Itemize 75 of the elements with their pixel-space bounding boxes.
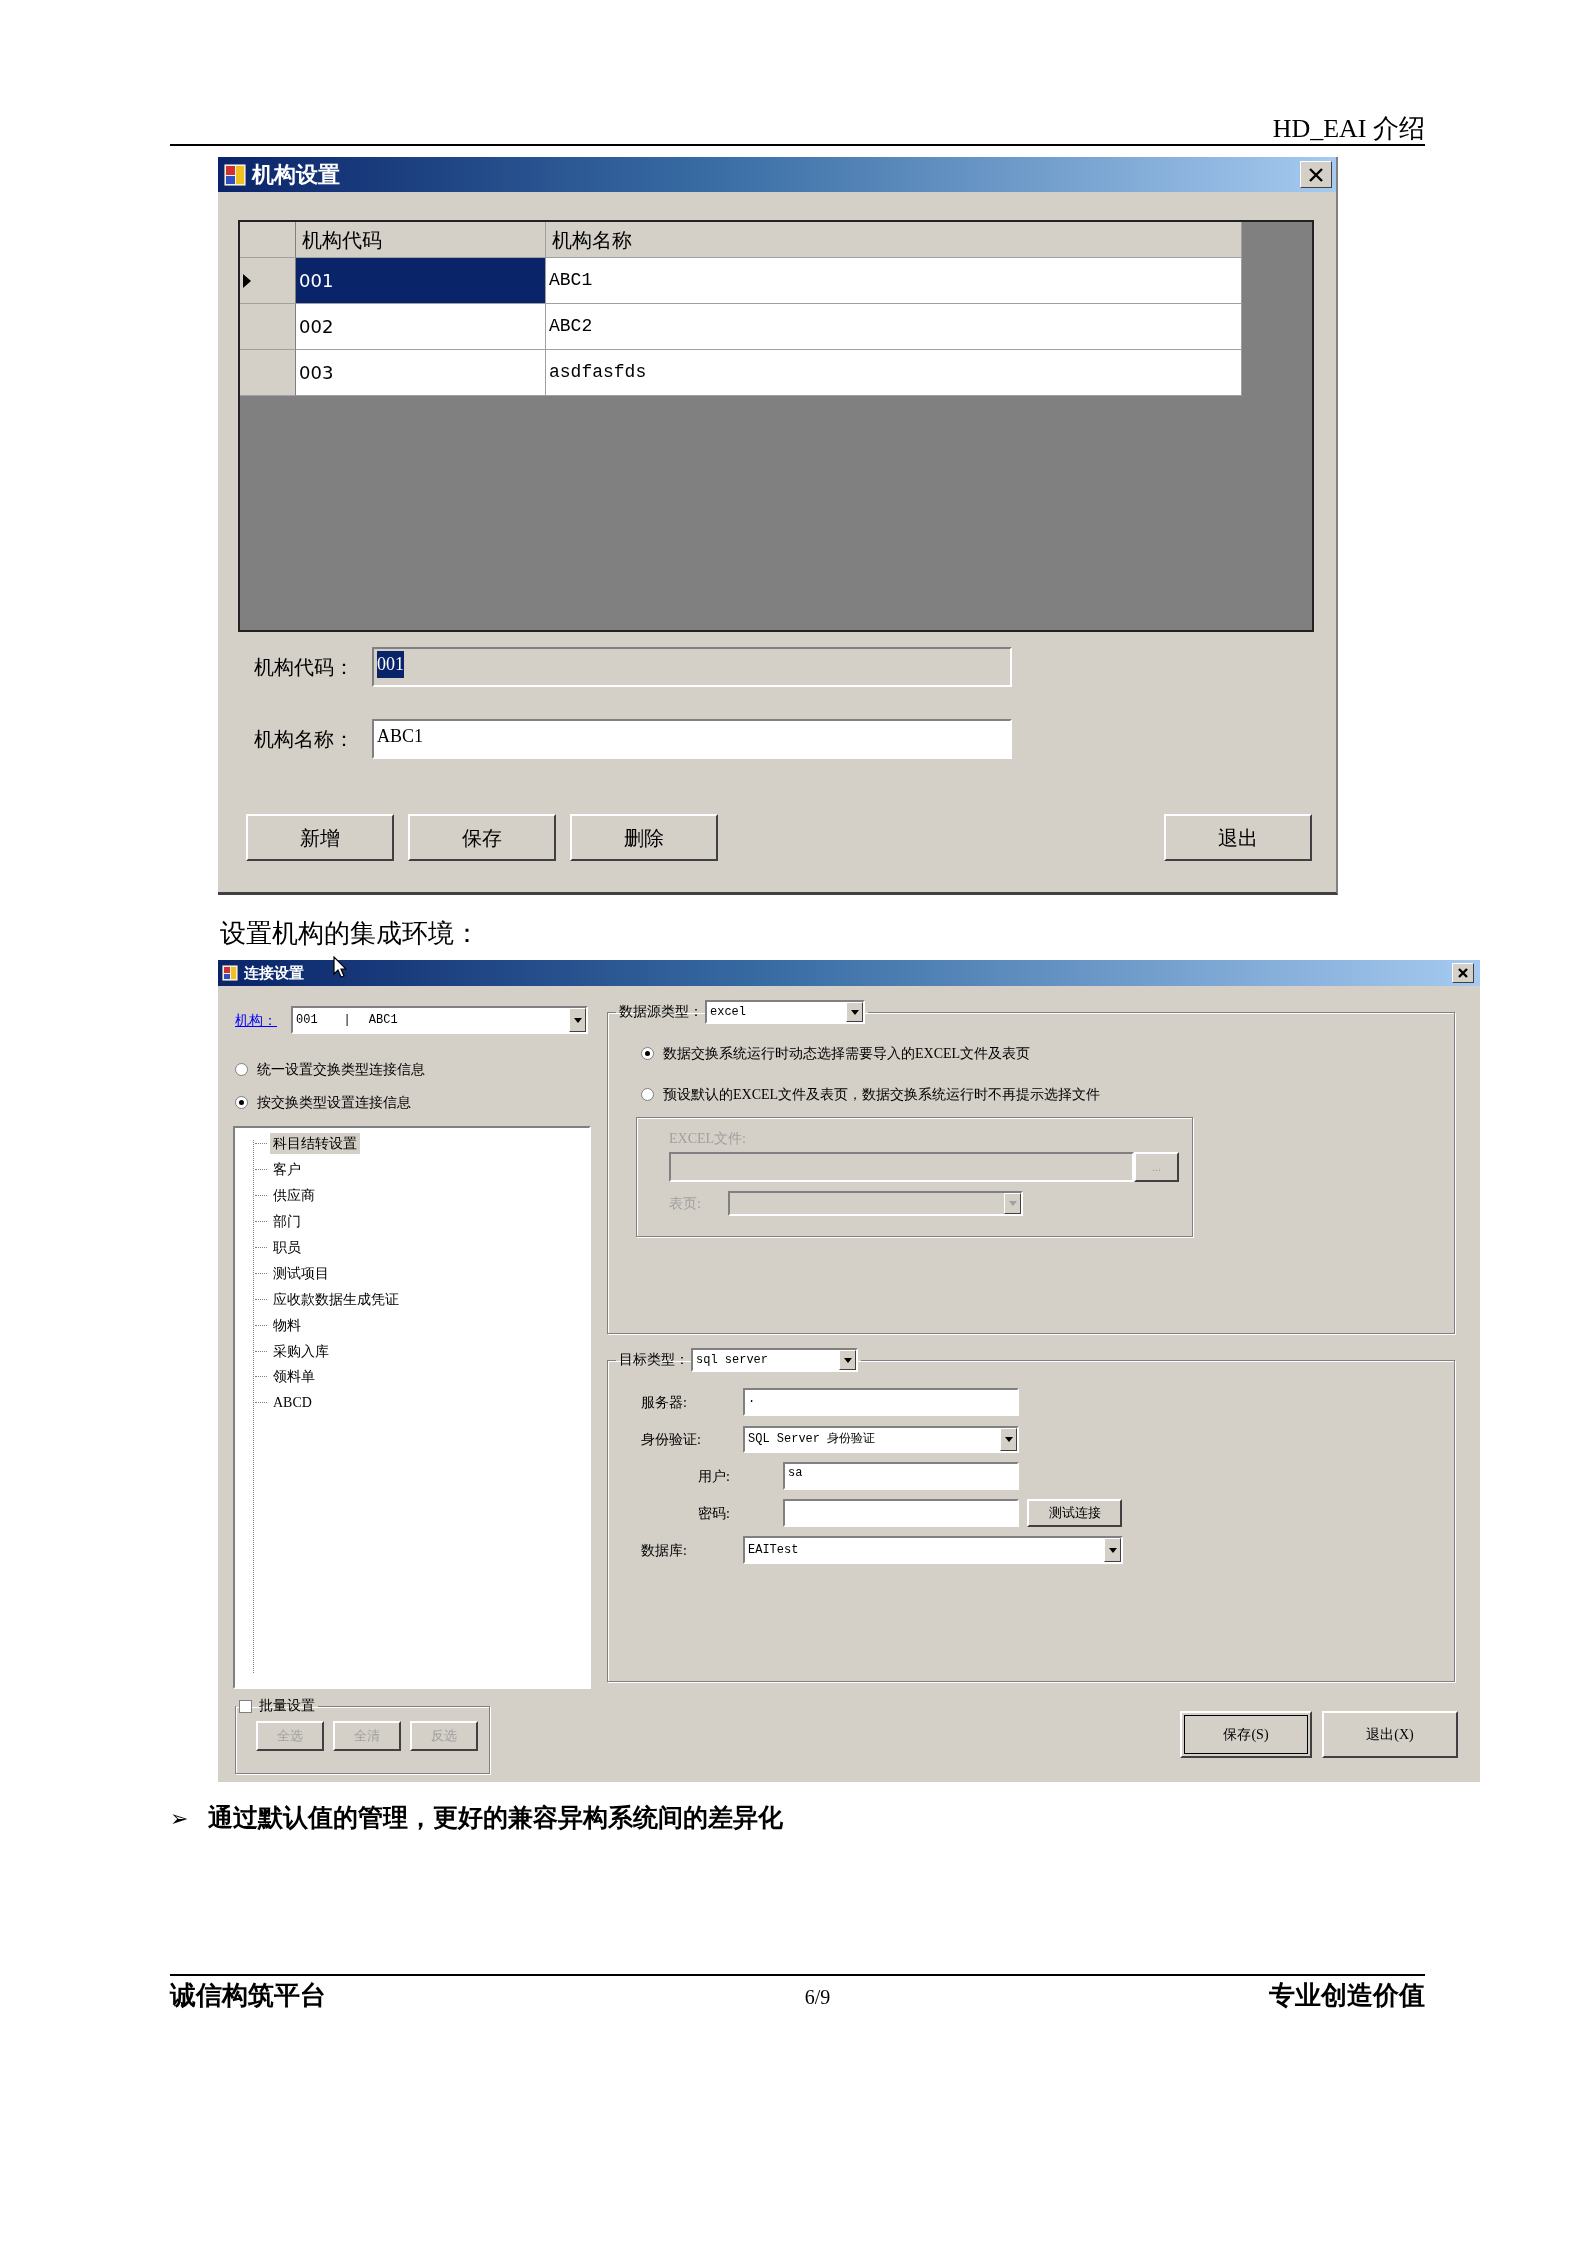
radio-label: 预设默认的EXCEL文件及表页，数据交换系统运行时不再提示选择文件 [663,1085,1101,1104]
window-title: 连接设置 [244,963,304,983]
radio-label: 数据交换系统运行时动态选择需要导入的EXCEL文件及表页 [663,1044,1031,1063]
tree-item[interactable]: 职员 [270,1237,304,1258]
sheet-dropdown[interactable] [728,1191,1023,1216]
footer-left-text: 诚信构筑平台 [170,1980,326,2012]
close-icon [1457,967,1469,979]
field-label: 数据库: [641,1541,688,1560]
dropdown[interactable]: EAITest [743,1536,1123,1564]
group-label: 数据源类型： [619,1005,703,1019]
caption-text: 设置机构的集成环境： [220,918,481,950]
tree-item[interactable]: 物料 [270,1314,304,1336]
row-pointer-icon [243,273,251,288]
text-field[interactable]: . [743,1388,1019,1416]
exit-button[interactable]: 退出 [1164,814,1312,861]
tree-item[interactable]: 测试项目 [270,1262,332,1284]
tree-item[interactable]: 部门 [270,1211,304,1233]
tree-item[interactable]: 领料单 [270,1366,318,1388]
table-cell[interactable]: ABC1 [546,258,1242,304]
tree-item[interactable]: 采购入库 [270,1340,332,1362]
close-icon [1308,166,1324,183]
field-label: 机构代码： [254,655,355,680]
test-connection-button[interactable]: 测试连接 [1027,1499,1122,1527]
bullet-text: 通过默认值的管理，更好的兼容异构系统间的差异化 [208,1803,783,1834]
password-field[interactable] [783,1499,1019,1527]
group-label: 目标类型： [619,1353,689,1367]
radio-label: 按交换类型设置连接信息 [257,1093,411,1112]
exit-button[interactable]: 退出(X) [1322,1711,1458,1758]
column-header: 机构代码 [296,222,546,258]
field-label: 用户: [698,1467,731,1486]
dropdown[interactable]: SQL Server 身份验证 [743,1425,1019,1453]
window-icon [222,965,238,981]
table-cell[interactable]: 001 [296,258,546,304]
column-header: 机构名称 [546,222,1242,258]
row-header[interactable] [240,258,296,304]
field-label: 服务器: [641,1393,688,1412]
document-header-title: HD_EAI 介绍 [1272,112,1425,144]
field-label: 机构名称： [254,727,355,752]
tree-item[interactable]: 应收款数据生成凭证 [270,1288,402,1310]
footer-right-text: 专业创造价值 [1269,1980,1425,2012]
text-field[interactable]: sa [783,1462,1019,1490]
cursor-icon [333,956,347,978]
radio-button[interactable] [641,1087,654,1101]
checkbox[interactable] [239,1699,252,1713]
close-button[interactable] [1300,161,1332,188]
field-label: 身份验证: [641,1430,702,1449]
close-button[interactable] [1452,963,1474,983]
window-icon [224,163,246,186]
radio-button[interactable] [235,1095,248,1109]
source-type-dropdown[interactable]: excel [705,1000,865,1024]
bullet-icon: ➢ [170,1801,188,1835]
page-number: 6/9 [804,1985,831,2010]
radio-button[interactable] [235,1062,248,1076]
table-cell[interactable]: 003 [296,350,546,396]
target-type-dropdown[interactable]: sql server [691,1348,858,1372]
checkbox-label: 批量设置 [259,1699,315,1713]
table-cell[interactable]: ABC2 [546,304,1242,350]
tree-item[interactable]: 供应商 [270,1185,318,1207]
window-title: 机构设置 [252,161,340,189]
tree-item[interactable]: 客户 [270,1159,304,1181]
table-cell[interactable]: asdfasfds [546,350,1242,396]
field-label: 密码: [698,1504,731,1523]
tree-item[interactable]: ABCD [270,1392,315,1414]
tree-item[interactable]: 科目结转设置 [270,1133,360,1155]
toolbar-button[interactable]: 新增 [246,814,394,861]
table-cell[interactable]: 002 [296,304,546,350]
organization-link[interactable]: 机构： [235,1009,291,1031]
file-path-field[interactable] [669,1152,1134,1182]
save-button[interactable]: 保存(S) [1180,1711,1312,1758]
organization-dropdown[interactable]: 001 | ABC1 [291,1006,588,1034]
toolbar-button[interactable]: 删除 [570,814,718,861]
radio-label: 统一设置交换类型连接信息 [257,1060,425,1079]
radio-button[interactable] [641,1046,654,1060]
toolbar-button[interactable]: 保存 [408,814,556,861]
text-field[interactable]: ABC1 [372,719,1012,759]
